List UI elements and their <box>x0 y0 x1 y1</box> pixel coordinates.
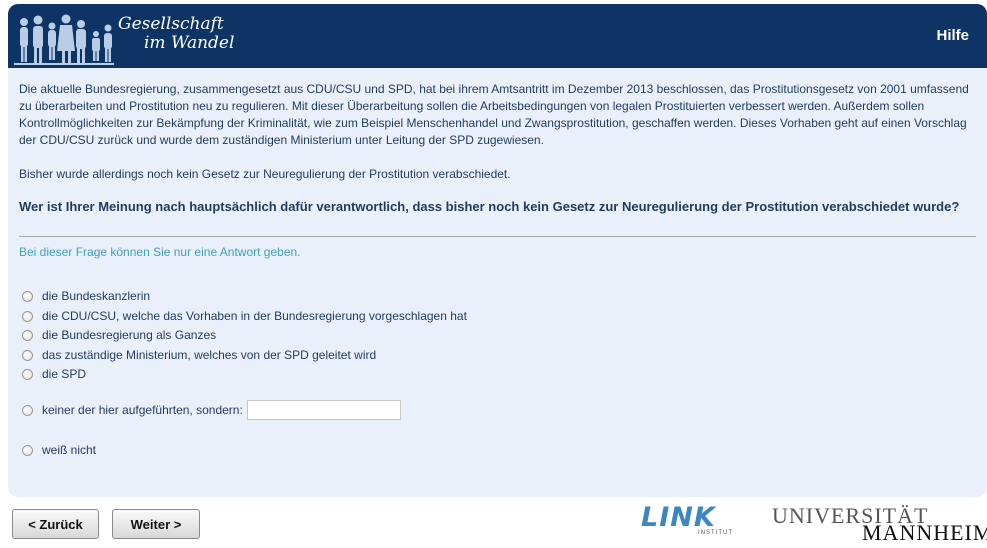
radio-button[interactable] <box>22 444 33 456</box>
intro-paragraph-1: Die aktuelle Bundesregierung, zusammenge… <box>19 82 969 147</box>
people-silhouette-logo <box>14 14 114 65</box>
question-text: Wer ist Ihrer Meinung nach hauptsächlich… <box>19 199 960 214</box>
option-ministerium[interactable]: das zuständige Ministerium, welches von … <box>22 346 376 364</box>
universitaet-mannheim-logo: UNIVERSITÄT MANNHEIM <box>772 503 987 545</box>
answer-hint: Bei dieser Frage können Sie nur eine Ant… <box>19 245 301 259</box>
uni-logo-bottom: MANNHEIM <box>862 520 987 545</box>
help-link[interactable]: Hilfe <box>936 27 969 44</box>
link-institut-logo: LINK INSTITUT <box>641 504 735 538</box>
option-cdu-csu[interactable]: die CDU/CSU, welche das Vorhaben in der … <box>22 307 467 325</box>
option-other[interactable]: keiner der hier aufgeführten, sondern: <box>22 400 401 420</box>
option-label: das zuständige Ministerium, welches von … <box>42 348 377 362</box>
logo-line1: Gesellschaft <box>118 14 224 34</box>
option-bundeskanzlerin[interactable]: die Bundeskanzlerin <box>22 287 150 305</box>
radio-button[interactable] <box>22 310 33 322</box>
back-button[interactable]: < Zurück <box>12 509 99 539</box>
other-answer-input[interactable] <box>246 400 401 420</box>
radio-button[interactable] <box>22 329 33 341</box>
logo-title: Gesellschaft im Wandel <box>118 15 234 53</box>
option-label: die Bundeskanzlerin <box>42 289 151 303</box>
next-button[interactable]: Weiter > <box>112 509 200 539</box>
option-label: weiß nicht <box>42 443 97 457</box>
logo-line2: im Wandel <box>144 33 235 53</box>
question-panel: Die aktuelle Bundesregierung, zusammenge… <box>8 68 987 497</box>
option-bundesregierung[interactable]: die Bundesregierung als Ganzes <box>22 326 216 344</box>
radio-button[interactable] <box>22 368 33 380</box>
divider <box>19 236 976 237</box>
option-dont-know[interactable]: weiß nicht <box>22 441 96 459</box>
radio-button[interactable] <box>22 404 33 416</box>
intro-text: Die aktuelle Bundesregierung, zusammenge… <box>19 81 969 183</box>
option-spd[interactable]: die SPD <box>22 365 86 383</box>
option-label: die Bundesregierung als Ganzes <box>42 328 217 342</box>
link-logo-subtitle: INSTITUT <box>698 530 733 536</box>
intro-paragraph-2: Bisher wurde allerdings noch kein Gesetz… <box>19 167 511 181</box>
radio-button[interactable] <box>22 290 33 302</box>
option-label: keiner der hier aufgeführten, sondern: <box>42 403 243 417</box>
option-label: die SPD <box>42 367 87 381</box>
radio-button[interactable] <box>22 349 33 361</box>
link-logo-word: LINK <box>641 502 716 533</box>
header-bar: Gesellschaft im Wandel Hilfe <box>8 4 987 68</box>
option-label: die CDU/CSU, welche das Vorhaben in der … <box>42 309 467 323</box>
